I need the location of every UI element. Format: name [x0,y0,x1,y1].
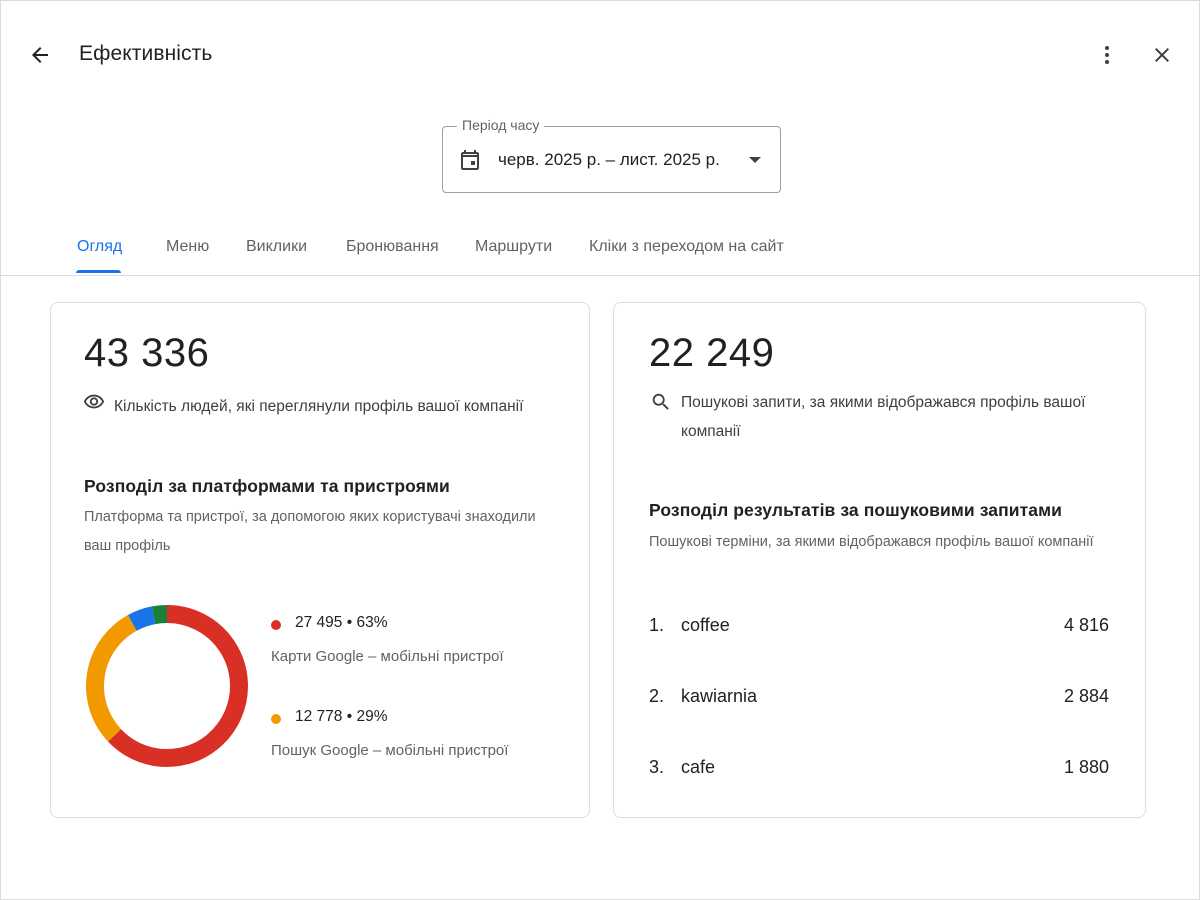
legend-value-maps: 27 495 • 63% [295,614,388,631]
back-button[interactable] [20,35,60,75]
legend-dot-search [271,714,281,724]
donut-slice-2 [127,606,156,631]
tab-menu[interactable]: Меню [166,238,209,256]
term-count: 4 816 [1063,615,1109,635]
platform-donut-chart [86,605,248,767]
term-count: 2 884 [1063,686,1109,706]
close-button[interactable] [1142,35,1182,75]
list-item: 3. cafe 1 880 [649,757,1109,787]
list-item: 2. kawiarnia 2 884 [649,686,1109,716]
searches-description-line1: Пошукові запити, за якими відображався п… [681,394,1086,411]
search-queries-card: 22 249 Пошукові запити, за якими відобра… [613,302,1146,818]
more-vert-icon [1105,46,1109,64]
tab-calls[interactable]: Виклики [246,238,307,256]
period-value: черв. 2025 р. – лист. 2025 р. [498,150,720,169]
donut-slice-3 [151,605,168,625]
tabs-divider [0,275,1200,276]
term-rank: 2. [649,686,665,706]
views-description: Кількість людей, які переглянули профіль… [114,398,524,415]
close-icon [1155,48,1169,62]
term-text: cafe [681,757,716,777]
term-rank: 3. [649,757,665,777]
views-total: 43 336 [84,331,210,375]
legend-dot-maps [271,620,281,630]
tab-bar: Огляд Меню Виклики Бронювання Маршрути К… [0,226,1200,276]
term-text: kawiarnia [681,686,758,706]
period-selector[interactable]: Період часу черв. 2025 р. – лист. 2025 р… [442,117,781,193]
search-terms-subtitle: Пошукові терміни, за якими відображався … [649,534,1094,550]
platforms-title: Розподіл за платформами та пристроями [84,476,450,496]
page-title: Ефективність [79,42,213,65]
tab-website-clicks[interactable]: Кліки з переходом на сайт [589,238,784,256]
searches-description-line2: компанії [681,423,741,440]
term-rank: 1. [649,615,665,635]
period-label: Період часу [457,117,545,133]
search-terms-title: Розподіл результатів за пошуковими запит… [649,500,1063,520]
active-tab-indicator [76,270,121,273]
tab-directions[interactable]: Маршрути [475,238,552,256]
dropdown-arrow-icon [749,157,761,163]
more-options-button[interactable] [1087,35,1127,75]
platforms-subtitle-line1: Платформа та пристрої, за допомогою яких… [84,509,536,525]
search-icon [652,393,669,410]
legend-label-search: Пошук Google – мобільні пристрої [271,742,509,759]
list-item: 1. coffee 4 816 [649,615,1109,645]
tab-overview[interactable]: Огляд [77,238,122,256]
term-text: coffee [681,615,730,635]
eye-icon [83,394,105,409]
donut-slice-1 [86,615,137,742]
calendar-icon [461,150,479,170]
searches-total: 22 249 [649,331,775,375]
arrow-back-icon [32,47,48,63]
term-count: 1 880 [1063,757,1109,777]
profile-views-card: 43 336 Кількість людей, які переглянули … [50,302,590,818]
legend-label-maps: Карти Google – мобільні пристрої [271,648,504,665]
platforms-subtitle-line2: ваш профіль [84,538,171,554]
legend-value-search: 12 778 • 29% [295,708,388,725]
donut-slice-0 [107,605,248,767]
tab-bookings[interactable]: Бронювання [346,238,439,256]
